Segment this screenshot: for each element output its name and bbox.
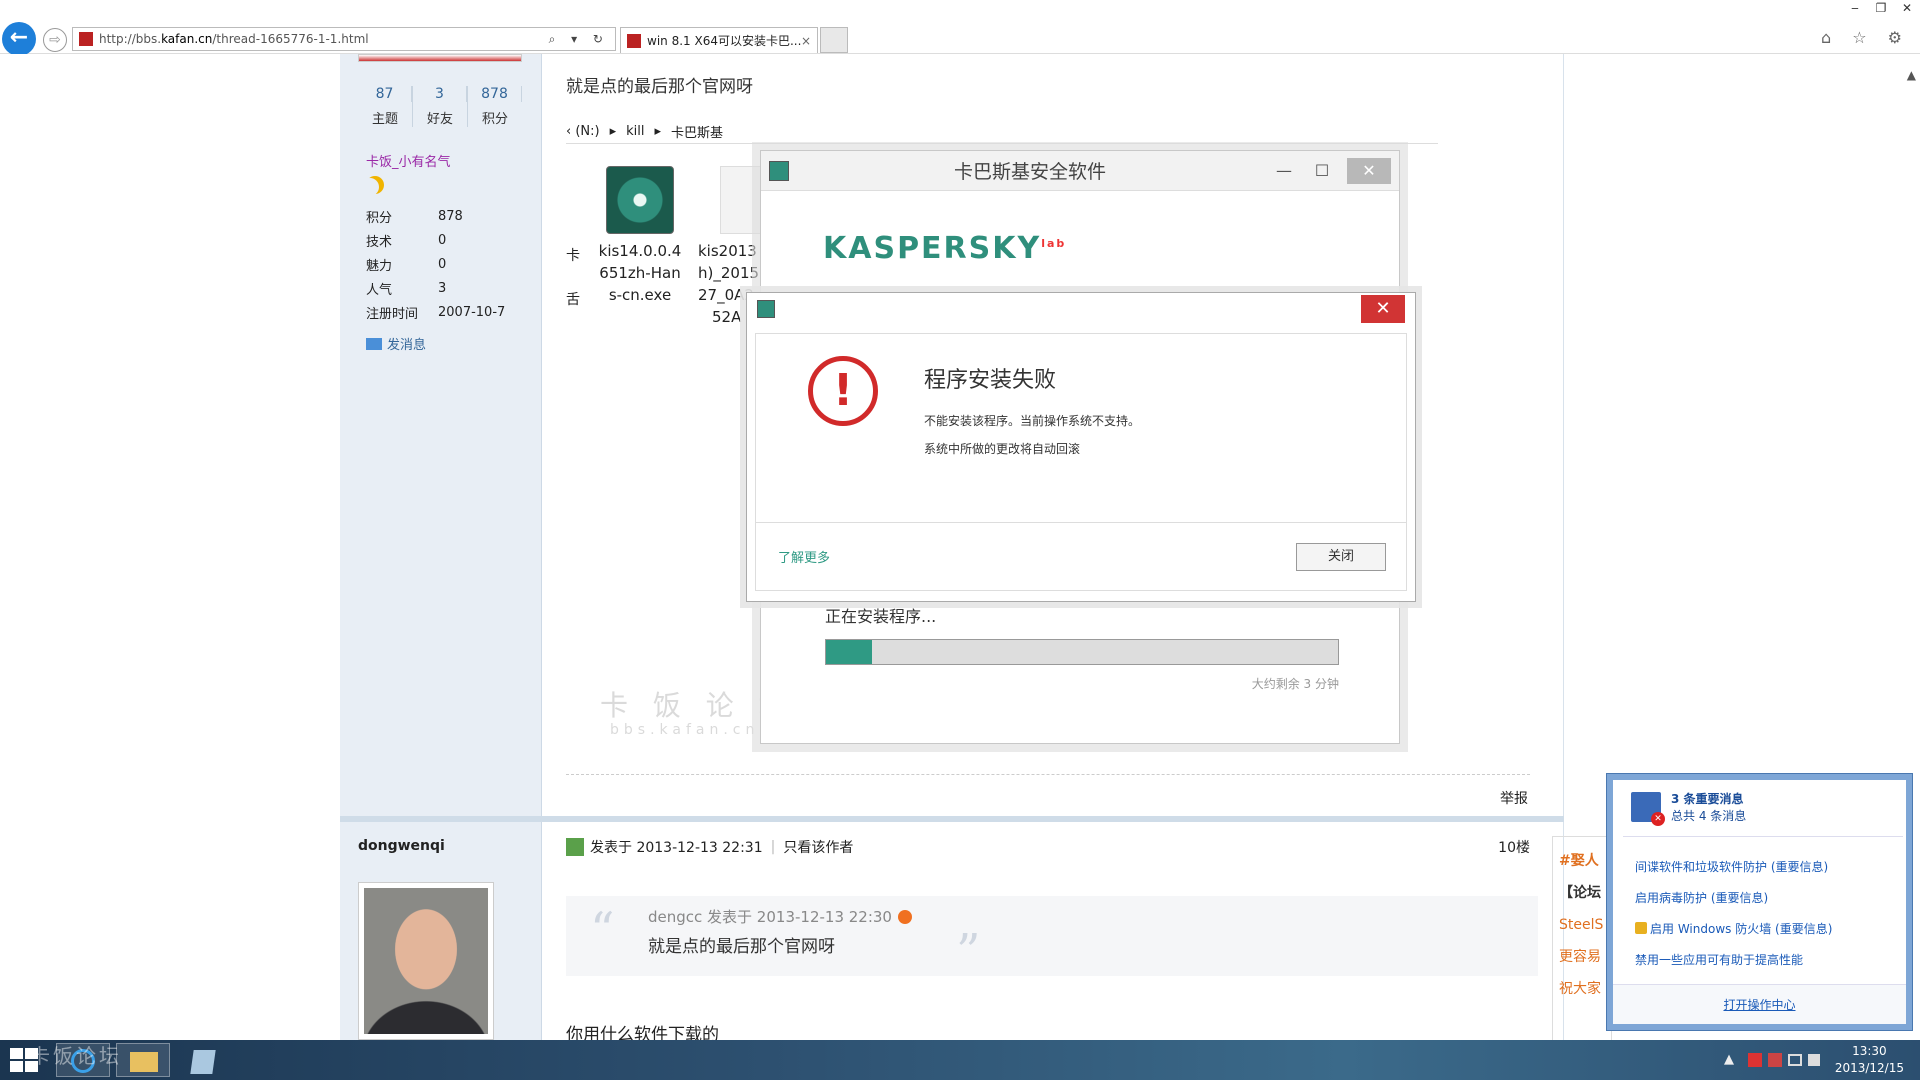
only-author-link[interactable]: 只看该作者	[783, 837, 853, 857]
open-action-center-link[interactable]: 打开操作中心	[1613, 984, 1906, 1024]
site-favicon-icon	[79, 32, 93, 46]
address-bar[interactable]: http://bbs.kafan.cn/thread-1665776-1-1.h…	[72, 27, 616, 51]
system-tray[interactable]: ▲	[1724, 1052, 1820, 1067]
action-center-items: 间谍软件和垃圾软件防护 (重要信息) 启用病毒防护 (重要信息) 启用 Wind…	[1635, 852, 1832, 976]
kaspersky-app-icon	[757, 300, 775, 318]
moon-icon	[366, 176, 384, 194]
post-text: 就是点的最后那个官网呀	[566, 77, 753, 97]
file-label-left: 卡舌	[566, 248, 580, 308]
install-progress-bar	[825, 639, 1339, 665]
kaspersky-logo: KASPERSKYlab	[823, 231, 1067, 266]
action-center-header: 3 条重要消息 总共 4 条消息	[1631, 790, 1747, 826]
floor-number[interactable]: 10楼	[1498, 837, 1530, 857]
network-icon[interactable]	[1788, 1053, 1802, 1066]
taskbar-explorer[interactable]	[116, 1043, 170, 1077]
learn-more-link[interactable]: 了解更多	[778, 547, 830, 566]
send-message-link[interactable]: 发消息	[366, 334, 426, 353]
tray-kaspersky-icon[interactable]	[1768, 1052, 1782, 1067]
quote-block: “ dengcc 发表于 2013-12-13 22:30 就是点的最后那个官网…	[566, 896, 1538, 980]
action-item[interactable]: 禁用一些应用可有助于提高性能	[1635, 945, 1832, 976]
tray-expand-icon[interactable]: ▲	[1724, 1052, 1742, 1067]
action-item[interactable]: 启用 Windows 防火墙 (重要信息)	[1635, 914, 1832, 945]
install-failed-dialog: ✕ ! 程序安装失败 不能安装该程序。当前操作系统不支持。 系统中所做的更改将自…	[746, 292, 1416, 602]
kaspersky-titlebar: 卡巴斯基安全软件 — ☐ ✕	[761, 151, 1399, 191]
action-center-flag-icon	[1631, 792, 1665, 826]
minimize-icon[interactable]: —	[1271, 161, 1297, 180]
quote-text: 就是点的最后那个官网呀	[648, 937, 835, 957]
quote-meta: dengcc 发表于 2013-12-13 22:30	[648, 906, 912, 927]
post-time: 发表于 2013-12-13 22:31	[590, 840, 763, 856]
divider	[566, 774, 1530, 775]
volume-icon[interactable]	[1808, 1053, 1820, 1066]
explorer-breadcrumb: ‹ (N:) ▸ kill ▸ 卡巴斯基	[566, 120, 1438, 144]
installer-disc-icon	[606, 166, 674, 234]
file-kis-exe: kis14.0.0.4 651zh-Han s-cn.exe	[590, 164, 690, 306]
back-button[interactable]: ←	[2, 22, 36, 56]
post-separator	[340, 816, 1564, 822]
tab-favicon-icon	[627, 33, 641, 48]
minimize-icon[interactable]: ‒	[1842, 0, 1868, 18]
browser-chrome: ‒ ❐ ✕ ← ⇨ http://bbs.kafan.cn/thread-166…	[0, 0, 1920, 56]
action-item[interactable]: 启用病毒防护 (重要信息)	[1635, 883, 1832, 914]
dialog-footer: 了解更多 关闭	[756, 522, 1406, 590]
stat-friends[interactable]: 3 好友	[413, 86, 468, 127]
error-heading: 程序安装失败	[924, 368, 1057, 393]
window-controls: ‒ ❐ ✕	[1842, 0, 1920, 18]
important-count: 3 条重要消息	[1671, 792, 1744, 806]
shield-icon	[1635, 922, 1647, 934]
stat-topics[interactable]: 87 主题	[358, 86, 413, 127]
browser-tab[interactable]: win 8.1 X64可以安装卡巴... ×	[620, 27, 818, 53]
clock[interactable]: 13:30 2013/12/15	[1835, 1043, 1904, 1077]
maximize-icon[interactable]: ☐	[1309, 161, 1335, 180]
profile-info: 积分 878 技术 0 魅力 0 人气 3 注册时间 2007-10-7	[366, 208, 506, 322]
kaspersky-title: 卡巴斯基安全软件	[953, 161, 1106, 183]
user-icon	[566, 838, 584, 856]
tab-title: win 8.1 X64可以安装卡巴...	[647, 34, 801, 48]
user-rank[interactable]: 卡饭_小有名气	[366, 151, 451, 170]
open-quote-icon: “	[590, 902, 615, 958]
time-remaining: 大约剩余 3 分钟	[1251, 677, 1339, 691]
total-count: 总共 4 条消息	[1671, 809, 1747, 823]
author-name[interactable]: dongwenqi	[358, 838, 445, 854]
taskbar-app[interactable]	[178, 1043, 232, 1077]
taskbar: 卡饭论坛 ▲ 13:30 2013/12/15	[0, 1040, 1920, 1080]
forward-button[interactable]: ⇨	[43, 28, 67, 52]
dialog-close-button[interactable]: ✕	[1361, 295, 1405, 323]
installing-label: 正在安装程序...	[825, 607, 937, 626]
folder-icon	[130, 1052, 158, 1072]
goto-post-icon[interactable]	[897, 909, 912, 924]
url-text: http://bbs.kafan.cn/thread-1665776-1-1.h…	[99, 32, 369, 46]
close-quote-icon: ”	[956, 924, 981, 980]
post-header: 发表于 2013-12-13 22:31 | 只看该作者 10楼	[566, 837, 1530, 857]
error-icon: !	[808, 356, 878, 426]
restore-icon[interactable]: ❐	[1868, 0, 1894, 18]
dialog-body: ! 程序安装失败 不能安装该程序。当前操作系统不支持。 系统中所做的更改将自动回…	[755, 333, 1407, 591]
close-icon[interactable]: ✕	[1347, 157, 1391, 184]
address-buttons[interactable]: ⌕ ▾ ↻	[549, 32, 609, 47]
watermark-url: bbs.kafan.cn	[610, 722, 760, 738]
stat-points[interactable]: 878 积分	[468, 86, 522, 127]
error-message: 不能安装该程序。当前操作系统不支持。	[924, 414, 1141, 428]
avatar[interactable]	[358, 54, 522, 62]
author-avatar[interactable]	[358, 882, 494, 1040]
scroll-up-icon[interactable]: ▲	[1907, 68, 1916, 82]
tab-close-icon[interactable]: ×	[801, 34, 811, 48]
toolbar-icons[interactable]: ⌂ ☆ ⚙	[1821, 28, 1910, 47]
action-item[interactable]: 间谍软件和垃圾软件防护 (重要信息)	[1635, 852, 1832, 883]
author-stats: 87 主题 3 好友 878 积分	[358, 86, 522, 127]
tray-flag-icon[interactable]	[1748, 1052, 1762, 1067]
close-button[interactable]: 关闭	[1296, 543, 1386, 571]
close-icon[interactable]: ✕	[1894, 0, 1920, 18]
progress-fill	[826, 640, 873, 664]
kaspersky-app-icon	[769, 160, 789, 181]
new-tab-button[interactable]	[820, 27, 848, 53]
app-icon	[190, 1050, 216, 1074]
action-center-popup: 3 条重要消息 总共 4 条消息 间谍软件和垃圾软件防护 (重要信息) 启用病毒…	[1607, 774, 1912, 1030]
rollback-message: 系统中所做的更改将自动回滚	[924, 442, 1081, 456]
envelope-icon	[366, 337, 382, 350]
report-link[interactable]: 举报	[1500, 788, 1528, 808]
taskbar-watermark: 卡饭论坛	[30, 1044, 122, 1068]
dialog-titlebar: ✕	[747, 293, 1415, 325]
